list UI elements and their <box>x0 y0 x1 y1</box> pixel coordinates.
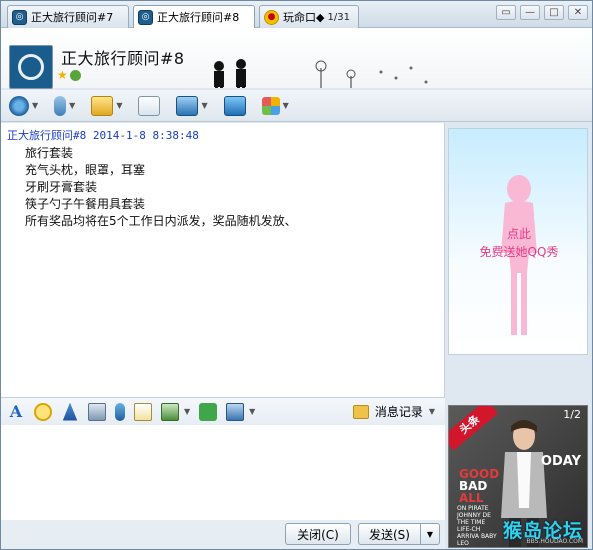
share-screen-button[interactable] <box>223 95 246 116</box>
voice-call-icon <box>54 95 67 116</box>
chevron-down-icon: ▼ <box>69 101 76 110</box>
unread-count: 1/31 <box>327 11 350 23</box>
ad-small-text: ON PIRATE JOHNNY DE THE TIME LIFE-CH ARR… <box>457 505 497 547</box>
promo-line-2: 免费送她QQ秀 <box>479 245 559 259</box>
minimize-button[interactable]: — <box>520 5 540 20</box>
send-button[interactable]: 发送(S) <box>358 523 420 545</box>
remote-assist-icon <box>176 95 199 116</box>
promo-line-1: 点此 <box>506 227 531 241</box>
ad-pager[interactable]: 1/2 <box>563 408 581 421</box>
input-toolbar: A ▼ ▼ 消息记录 ▼ <box>1 397 445 425</box>
message-line: 充气头枕，眼罩，耳塞 <box>25 163 146 177</box>
send-options-button[interactable]: ▼ <box>420 523 440 545</box>
minimize-icon: — <box>525 7 535 18</box>
create-group-icon <box>138 95 161 116</box>
close-button[interactable]: ✕ <box>568 5 588 20</box>
main-toolbar: ▼ ▼ ▼ ▼ ▼ <box>1 90 592 122</box>
message-history-icon <box>352 404 369 419</box>
forum-url: BBS.HOUDAO.COM <box>526 538 583 545</box>
chevron-down-icon[interactable]: ▼ <box>249 407 255 416</box>
window-controls: ▭ — □ ✕ <box>496 5 588 20</box>
chat-window: ◎ 正大旅行顾问#7 ◎ 正大旅行顾问#8 ● 玩命口◆ 1/31 ▭ — □ … <box>0 0 593 550</box>
contact-name: 正大旅行顾问#8 <box>61 49 185 68</box>
ad-all-text: ALL <box>459 491 484 505</box>
chevron-down-icon: ▼ <box>428 407 435 416</box>
send-file-button[interactable]: ▼ <box>91 95 123 116</box>
tab-chat-8[interactable]: ◎ 正大旅行顾问#8 <box>133 5 255 28</box>
leaf-icon <box>69 70 81 81</box>
qq-show-panel[interactable]: 点此 免费送她QQ秀 <box>448 128 588 355</box>
magazine-ad[interactable]: 头条 1/2 ODAY GOOD BAD ALL ON PIRATE JOHNN… <box>448 405 588 548</box>
magic-hat-icon[interactable] <box>62 402 78 421</box>
font-icon[interactable]: A <box>7 402 25 421</box>
emoji-icon[interactable] <box>34 402 52 421</box>
chevron-down-icon: ▼ <box>201 101 208 110</box>
message-line: 牙刷牙膏套装 <box>25 180 98 194</box>
apps-button[interactable]: ▼ <box>261 96 289 115</box>
star-icon: ★ <box>57 68 68 82</box>
send-file-icon <box>91 95 114 116</box>
status-icons: ★ <box>57 69 81 81</box>
restore-icon: ▭ <box>501 7 511 18</box>
maximize-icon: □ <box>549 7 559 18</box>
group-avatar-icon: ◎ <box>12 9 27 25</box>
message-line: 旅行套装 <box>25 146 74 160</box>
tab-bar: ◎ 正大旅行顾问#7 ◎ 正大旅行顾问#8 ● 玩命口◆ 1/31 ▭ — □ … <box>1 1 592 28</box>
video-call-icon <box>9 95 29 116</box>
bottom-bar: 关闭(C) 发送(S) ▼ <box>1 520 445 549</box>
chevron-down-icon: ▼ <box>116 101 123 110</box>
chevron-down-icon: ▼ <box>282 101 289 110</box>
couple-silhouette-decoration <box>214 59 428 88</box>
handwriting-icon[interactable] <box>134 402 152 421</box>
close-icon: ✕ <box>573 7 583 18</box>
maximize-button[interactable]: □ <box>544 5 564 20</box>
voice-call-button[interactable]: ▼ <box>54 95 76 116</box>
chevron-down-icon[interactable]: ▼ <box>184 407 190 416</box>
message-history-button[interactable]: 消息记录 ▼ <box>352 403 435 420</box>
close-chat-button[interactable]: 关闭(C) <box>285 523 351 545</box>
message-line: 筷子勺子午餐用具套装 <box>25 197 146 211</box>
video-call-button[interactable]: ▼ <box>9 95 39 116</box>
message-history-label: 消息记录 <box>374 405 423 419</box>
tab-label: 正大旅行顾问#8 <box>157 11 240 24</box>
chevron-down-icon: ▼ <box>32 101 39 110</box>
tab-chat-7[interactable]: ◎ 正大旅行顾问#7 <box>7 5 129 28</box>
ad-today-text: ODAY <box>540 454 581 469</box>
green-app-icon[interactable] <box>199 402 218 421</box>
contact-avatar[interactable] <box>9 45 53 89</box>
message-line: 所有奖品均将在5个工作日内派发，奖品随机发放、 <box>25 214 297 228</box>
remote-assist-button[interactable]: ▼ <box>176 95 208 116</box>
tab-chat-wanming[interactable]: ● 玩命口◆ 1/31 <box>259 5 359 28</box>
group-avatar-icon: ◎ <box>138 9 153 25</box>
video-clip-icon[interactable] <box>88 402 106 421</box>
voice-message-icon[interactable] <box>115 402 125 421</box>
restore-button[interactable]: ▭ <box>496 5 516 20</box>
share-screen-icon <box>223 95 246 116</box>
message-input[interactable] <box>1 425 445 520</box>
message-sender-line: 正大旅行顾问#8 2014-1-8 8:38:48 <box>7 129 199 142</box>
ad-good-bad-all: GOOD BAD ALL <box>459 468 499 504</box>
tab-label: 玩命口◆ <box>283 11 325 24</box>
display-icon[interactable] <box>226 402 245 421</box>
qq-penguin-icon: ● <box>264 9 279 25</box>
apps-icon <box>261 96 280 115</box>
create-group-button[interactable] <box>138 95 161 116</box>
screenshot-icon[interactable] <box>161 402 179 421</box>
message-history[interactable]: 正大旅行顾问#8 2014-1-8 8:38:48 旅行套装 充气头枕，眼罩，耳… <box>1 123 445 397</box>
tab-label: 正大旅行顾问#7 <box>31 11 114 24</box>
